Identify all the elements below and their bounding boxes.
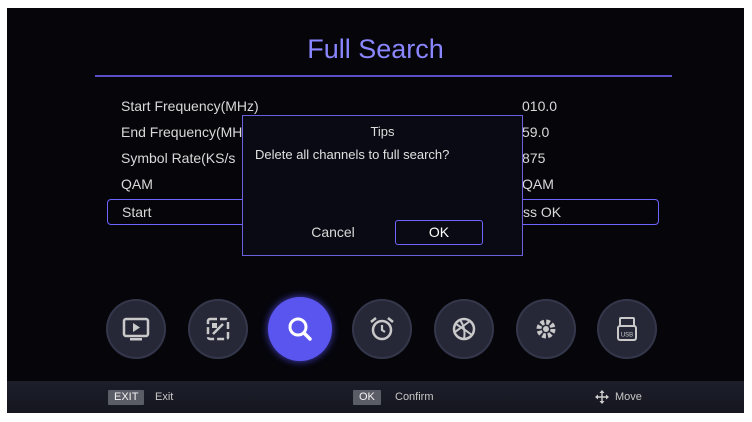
tv-screen: Full Search Start Frequency(MHz) 010.0 E…	[7, 8, 744, 413]
alarm-clock-icon[interactable]	[352, 299, 412, 359]
tv-icon[interactable]	[106, 299, 166, 359]
globe-icon[interactable]	[434, 299, 494, 359]
setting-value: 875	[522, 150, 546, 166]
setting-value: 010.0	[522, 98, 558, 114]
bottom-hint-bar: EXIT Exit OK Confirm Move	[7, 381, 744, 413]
setting-value: 59.0	[522, 124, 550, 140]
setting-label: QAM	[121, 176, 153, 192]
exit-hint-label: Exit	[155, 391, 174, 403]
title-divider	[95, 75, 672, 77]
picture-icon[interactable]	[188, 299, 248, 359]
dialog-title: Tips	[370, 124, 395, 139]
setting-label: Start Frequency(MHz)	[121, 98, 259, 114]
ok-button[interactable]: OK	[395, 220, 483, 245]
move-hint-label: Move	[615, 391, 642, 403]
cancel-button[interactable]: Cancel	[293, 220, 373, 245]
setting-value: QAM	[522, 176, 554, 192]
move-arrows-icon	[594, 389, 610, 405]
setting-label: Symbol Rate(KS/s	[121, 150, 236, 166]
dialog-message: Delete all channels to full search?	[255, 147, 450, 162]
setting-label: Start	[122, 204, 152, 220]
tips-dialog: Tips Delete all channels to full search?…	[242, 115, 523, 256]
exit-key-badge: EXIT	[108, 390, 145, 405]
confirm-hint-label: Confirm	[395, 391, 434, 403]
setting-value: ss OK	[523, 204, 562, 220]
gear-icon[interactable]	[516, 299, 576, 359]
ok-key-badge: OK	[353, 390, 381, 405]
page-title: Full Search	[307, 34, 444, 64]
setting-label: End Frequency(MH	[121, 124, 243, 140]
svg-text:USB: USB	[621, 333, 633, 339]
search-icon[interactable]	[268, 297, 332, 361]
usb-icon[interactable]: USB	[597, 299, 657, 359]
